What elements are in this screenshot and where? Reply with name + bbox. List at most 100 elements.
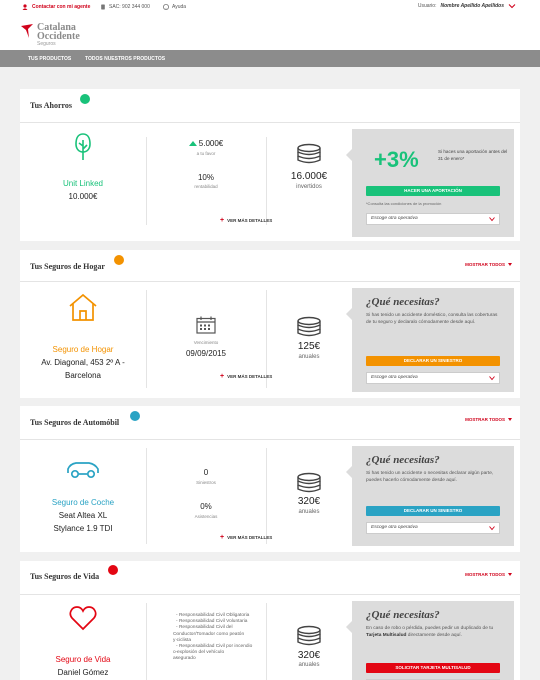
home-address-line2: Barcelona [64, 371, 102, 380]
home-due: Vencimiento 09/09/2015 [146, 282, 266, 398]
request-card-button[interactable]: SOLICITAR TARJETA MULTISALUD [366, 663, 500, 673]
need-text: En caso de robo o pérdida, puedes pedir … [366, 626, 494, 638]
life-show-all[interactable]: MOSTRAR TODOS [465, 572, 512, 577]
details-label: VER MÁS DETALLES [227, 535, 273, 540]
coins-icon [297, 316, 321, 337]
savings-title: Tus Ahorros [30, 101, 73, 110]
life-card-header: Tus Seguros de Vida MOSTRAR TODOS [20, 561, 520, 595]
tree-icon [75, 133, 91, 160]
savings-product-name: Unit Linked [62, 179, 104, 188]
show-all-label: MOSTRAR TODOS [465, 417, 505, 422]
promo-percent: +3% [374, 147, 419, 172]
home-details-link[interactable]: + VER MÁS DETALLES [220, 373, 273, 380]
car-model-line1: Seat Altea XL [58, 511, 108, 520]
user-prefix: Usuario: [417, 3, 437, 9]
invested-label: invertidos [296, 184, 322, 190]
life-price: 320€ anuales [266, 595, 352, 680]
plus-icon: + [220, 534, 225, 541]
home-price-label: anuales [298, 354, 320, 360]
help-icon [163, 4, 169, 10]
panel-notch [346, 621, 352, 633]
car-need-panel: ¿Qué necesitas? Si has tenido un acciden… [346, 446, 514, 546]
rent-value: 10% [197, 173, 214, 182]
select-value: Escoge otra operativa [371, 525, 418, 530]
nav-item-tus-productos[interactable]: TUS PRODUCTOS [28, 56, 71, 62]
sac-phone[interactable]: SAC: 902 344 000 [100, 4, 150, 10]
coins-icon [297, 472, 321, 493]
select-value: Escoge otra operativa [371, 216, 418, 221]
coins-icon [297, 143, 321, 164]
panel-notch [346, 149, 352, 161]
declare-claim-button[interactable]: DECLARAR UN SINIESTRO [366, 356, 500, 366]
savings-card-header: Tus Ahorros [20, 89, 520, 123]
life-product-name: Seguro de Vida [55, 655, 111, 664]
life-product: Seguro de Vida Daniel Gómez [20, 595, 146, 680]
help-label: Ayuda [172, 4, 187, 10]
phone-icon [101, 4, 105, 10]
home-card-header: Tus Seguros de Hogar MOSTRAR TODOS [20, 250, 520, 282]
car-title: Tus Seguros de Automóbil [30, 418, 120, 427]
home-price-value: 125€ [297, 341, 321, 352]
savings-details-link[interactable]: + VER MÁS DETALLES [220, 217, 272, 224]
home-show-all[interactable]: MOSTRAR TODOS [465, 262, 512, 267]
need-text: Si has tenido un accidente o necesitas d… [366, 471, 494, 483]
car-details-link[interactable]: + VER MÁS DETALLES [220, 534, 273, 541]
savings-product-amount: 10.000€ [68, 192, 98, 201]
coins-icon [297, 625, 321, 646]
savings-stats: 5.000€ a tu favor 10% rentabilidad [146, 123, 266, 241]
chevron-down-icon [489, 217, 495, 222]
help-link[interactable]: Ayuda [163, 4, 186, 10]
car-price-label: anuales [298, 509, 320, 515]
top-bar: Contactar con mi agente SAC: 902 344 000… [0, 0, 540, 14]
nav-item-todos-productos[interactable]: TODOS NUESTROS PRODUCTOS [85, 56, 165, 62]
plus-icon: + [220, 217, 225, 224]
claims-label: Siniestros [196, 480, 216, 485]
home-product: Seguro de Hogar Av. Diagonal, 453 2º A -… [20, 282, 146, 398]
operation-select[interactable]: Escoge otra operativa [366, 522, 500, 534]
due-label: Vencimiento [193, 340, 219, 345]
savings-card-body: Unit Linked 10.000€ 5.000€ a tu favor 10… [20, 123, 520, 241]
savings-product: Unit Linked 10.000€ [20, 123, 146, 241]
user-name: Nombre Apellido Apellidos [440, 3, 504, 9]
operation-select[interactable]: Escoge otra operativa [366, 213, 500, 225]
details-label: VER MÁS DETALLES [227, 374, 273, 379]
home-price: 125€ anuales [266, 282, 352, 398]
need-title: ¿Qué necesitas? [366, 609, 440, 621]
operation-select[interactable]: Escoge otra operativa [366, 372, 500, 384]
favor-value-row: 5.000€ [146, 139, 266, 148]
life-need-panel: ¿Qué necesitas? En caso de robo o pérdid… [346, 601, 514, 680]
rent-label: rentabilidad [194, 184, 218, 189]
savings-promo-panel: +3% Si haces una aportación antes del 31… [346, 129, 514, 237]
savings-card: Tus Ahorros Unit Linked 10.000€ 5.000€ a… [20, 89, 520, 241]
main-nav: TUS PRODUCTOS TODOS NUESTROS PRODUCTOS [0, 50, 540, 67]
home-card: Tus Seguros de Hogar MOSTRAR TODOS Segur… [20, 250, 520, 398]
chevron-down-icon [508, 4, 516, 9]
car-product: Seguro de Coche Seat Altea XL Stylance 1… [20, 440, 146, 552]
life-price-label: anuales [298, 662, 320, 668]
logo[interactable]: Catalana Occidente Seguros [20, 23, 80, 47]
promo-note: *Consulta las condiciones de la promoció… [366, 201, 442, 206]
triangle-down-icon [508, 418, 512, 421]
triangle-down-icon [508, 573, 512, 576]
car-card-header: Tus Seguros de Automóbil MOSTRAR TODOS [20, 406, 520, 440]
assist-label: Asistencias [194, 514, 218, 519]
select-value: Escoge otra operativa [371, 375, 418, 380]
home-address-line1: Av. Diagonal, 453 2º A - [41, 358, 125, 367]
panel-notch [346, 466, 352, 478]
logo-line2: Occidente [37, 31, 80, 42]
user-menu[interactable]: Usuario: Nombre Apellido Apellidos [418, 3, 516, 9]
calendar-icon [196, 316, 216, 334]
life-price-value: 320€ [297, 650, 321, 661]
contact-agent-label: Contactar con mi agente [32, 4, 91, 10]
invested-value: 16.000€ [290, 171, 328, 182]
car-price: 320€ anuales [266, 440, 352, 552]
chevron-down-icon [489, 526, 495, 531]
make-contribution-button[interactable]: HACER UNA APORTACIÓN [366, 186, 500, 196]
life-coverages: Responsabilidad Civil Obligatoria Respon… [146, 595, 266, 680]
claims-value: 0 [203, 468, 209, 477]
contact-agent-link[interactable]: Contactar con mi agente [22, 4, 90, 10]
life-card: Tus Seguros de Vida MOSTRAR TODOS Seguro… [20, 561, 520, 680]
declare-claim-button[interactable]: DECLARAR UN SINIESTRO [366, 506, 500, 516]
logo-mark-icon [21, 24, 33, 38]
car-show-all[interactable]: MOSTRAR TODOS [465, 417, 512, 422]
